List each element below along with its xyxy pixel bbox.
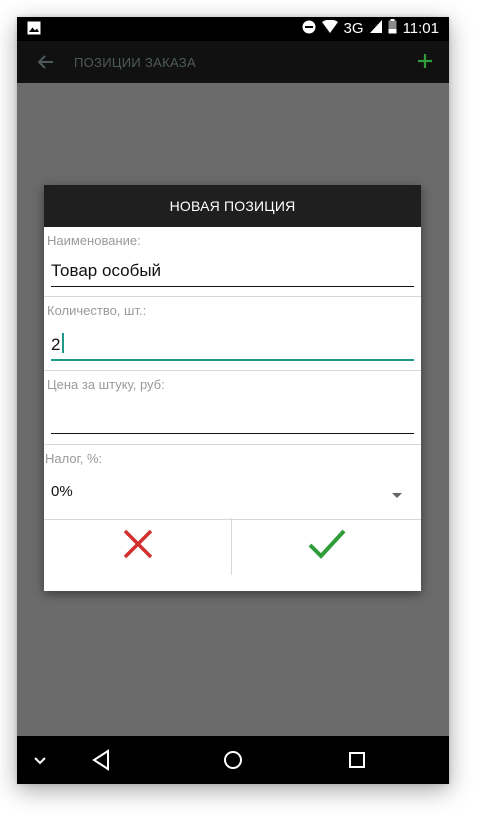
quantity-value: 2 <box>51 335 61 354</box>
image-icon <box>27 21 41 40</box>
battery-icon <box>388 19 397 37</box>
app-bar: ПОЗИЦИИ ЗАКАЗА <box>17 41 449 83</box>
recents-square-icon[interactable] <box>347 748 367 777</box>
do-not-disturb-icon <box>302 20 316 37</box>
dialog-title: НОВАЯ ПОЗИЦИЯ <box>44 185 421 227</box>
status-bar: 3G 11:01 <box>17 17 449 41</box>
name-underline <box>51 286 414 287</box>
actions-divider <box>231 518 232 575</box>
quantity-input[interactable]: 2 <box>51 333 65 355</box>
price-label: Цена за штуку, руб: <box>47 377 165 392</box>
back-arrow-icon[interactable] <box>35 51 57 73</box>
wifi-icon <box>321 19 338 36</box>
signal-icon <box>369 20 382 36</box>
navigation-bar <box>17 736 449 784</box>
close-icon <box>121 527 155 566</box>
tax-field[interactable]: Налог, %: 0% <box>44 445 421 520</box>
price-underline <box>51 433 414 434</box>
name-input[interactable]: Товар особый <box>51 261 161 281</box>
tax-label: Налог, %: <box>45 451 103 466</box>
tax-select[interactable]: 0% <box>51 483 73 500</box>
cancel-button[interactable] <box>44 518 233 575</box>
name-field[interactable]: Наименование: Товар особый <box>44 227 421 297</box>
price-field[interactable]: Цена за штуку, руб: <box>44 371 421 445</box>
add-icon[interactable] <box>415 51 435 71</box>
back-triangle-icon[interactable] <box>90 748 112 777</box>
chevron-down-icon[interactable] <box>33 748 47 777</box>
quantity-field[interactable]: Количество, шт.: 2 <box>44 297 421 371</box>
quantity-label: Количество, шт.: <box>47 303 147 318</box>
home-circle-icon[interactable] <box>222 748 244 777</box>
dialog-actions <box>44 518 421 591</box>
clock: 11:01 <box>402 19 439 37</box>
check-icon <box>307 527 347 566</box>
network-type: 3G <box>343 19 364 37</box>
dropdown-arrow-icon[interactable] <box>391 487 403 505</box>
new-item-dialog: НОВАЯ ПОЗИЦИЯ Наименование: Товар особый… <box>44 185 421 591</box>
confirm-button[interactable] <box>233 518 422 575</box>
name-label: Наименование: <box>47 233 141 248</box>
quantity-underline <box>51 359 414 361</box>
text-cursor <box>62 333 65 353</box>
page-title: ПОЗИЦИИ ЗАКАЗА <box>74 55 196 70</box>
